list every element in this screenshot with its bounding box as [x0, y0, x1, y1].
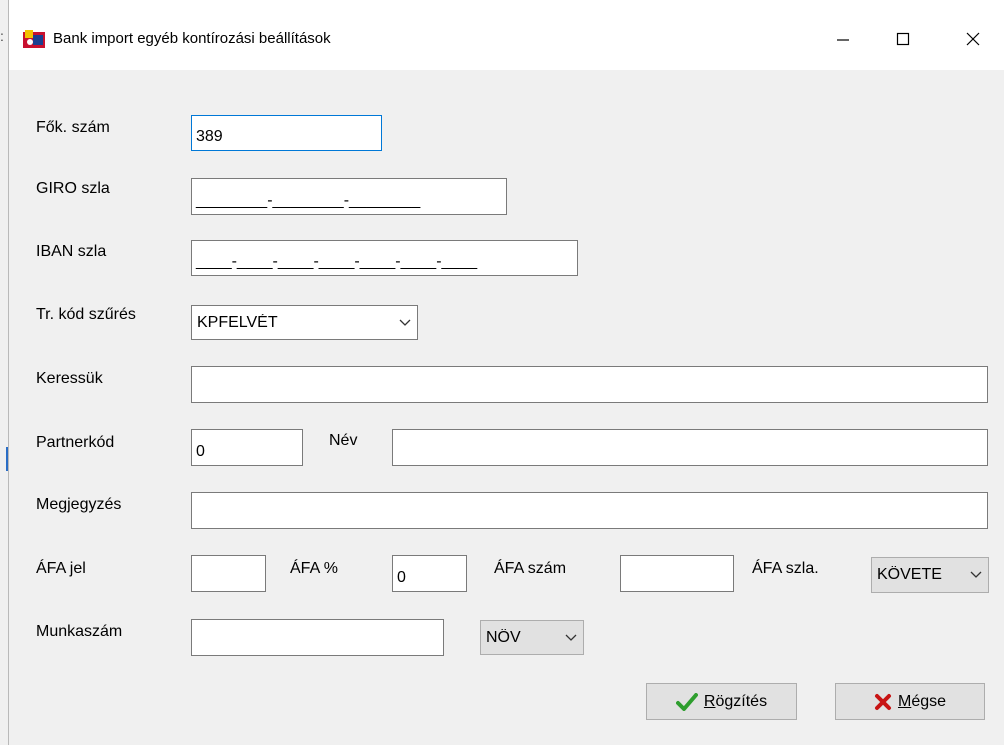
- form-area: Fők. szám 389 GIRO szla ________-_______…: [9, 70, 1004, 745]
- afa-szla-label: ÁFA szla.: [752, 560, 819, 577]
- afa-pct-label: ÁFA %: [290, 560, 339, 577]
- nev-input[interactable]: [392, 429, 988, 466]
- munkaszam-input[interactable]: [191, 619, 444, 656]
- fok-szam-label: Fők. szám: [36, 119, 110, 136]
- close-icon: [966, 32, 980, 46]
- keressuk-input[interactable]: [191, 366, 988, 403]
- afa-pct-input[interactable]: 0: [392, 555, 467, 592]
- afa-szam-input[interactable]: [620, 555, 734, 592]
- afa-szla-select[interactable]: KÖVETE: [871, 557, 989, 593]
- tr-kod-value: KPFELVÉT: [197, 313, 278, 331]
- title-bar[interactable]: Bank import egyéb kontírozási beállításo…: [9, 0, 1004, 70]
- checkmark-icon: [675, 692, 698, 711]
- x-mark-icon: [874, 693, 891, 710]
- background-marks: :: [0, 28, 4, 44]
- partnerkod-label: Partnerkód: [36, 434, 115, 451]
- dialog-window: Bank import egyéb kontírozási beállításo…: [8, 0, 1004, 745]
- iban-input[interactable]: ____-____-____-____-____-____-____: [191, 240, 578, 276]
- nev-label: Név: [329, 432, 358, 449]
- iban-label: IBAN szla: [36, 243, 107, 260]
- munkaszam-dir-select[interactable]: NÖV: [480, 620, 584, 655]
- cancel-button-label: Mégse: [897, 692, 947, 710]
- chevron-down-icon: [559, 634, 583, 642]
- fok-szam-input[interactable]: 389: [191, 115, 382, 151]
- background-window-edge: [0, 0, 8, 745]
- keressuk-label: Keressük: [36, 370, 103, 387]
- afa-szla-value: KÖVETE: [877, 566, 942, 583]
- maximize-button[interactable]: [883, 22, 923, 56]
- giro-label: GIRO szla: [36, 180, 110, 197]
- megjegyzes-input[interactable]: [191, 492, 988, 529]
- app-icon: [23, 30, 45, 48]
- tr-kod-label: Tr. kód szűrés: [36, 306, 136, 323]
- megjegyzes-label: Megjegyzés: [36, 496, 122, 513]
- save-button-label: Rögzítés: [703, 692, 768, 710]
- afa-jel-label: ÁFA jel: [36, 560, 86, 577]
- minimize-button[interactable]: [823, 22, 863, 56]
- window-title: Bank import egyéb kontírozási beállításo…: [53, 30, 331, 47]
- close-button[interactable]: [953, 22, 993, 56]
- tr-kod-select[interactable]: KPFELVÉT: [191, 305, 418, 340]
- minimize-icon: [837, 39, 849, 41]
- giro-input[interactable]: ________-________-________: [191, 178, 507, 215]
- afa-szam-label: ÁFA szám: [494, 560, 567, 577]
- munkaszam-dir-value: NÖV: [486, 628, 521, 646]
- afa-jel-input[interactable]: [191, 555, 266, 592]
- cancel-button[interactable]: Mégse: [835, 683, 985, 720]
- maximize-icon: [896, 32, 910, 46]
- munkaszam-label: Munkaszám: [36, 623, 123, 640]
- partnerkod-input[interactable]: 0: [191, 429, 303, 466]
- chevron-down-icon: [964, 571, 988, 579]
- save-button[interactable]: Rögzítés: [646, 683, 797, 720]
- chevron-down-icon: [393, 319, 417, 327]
